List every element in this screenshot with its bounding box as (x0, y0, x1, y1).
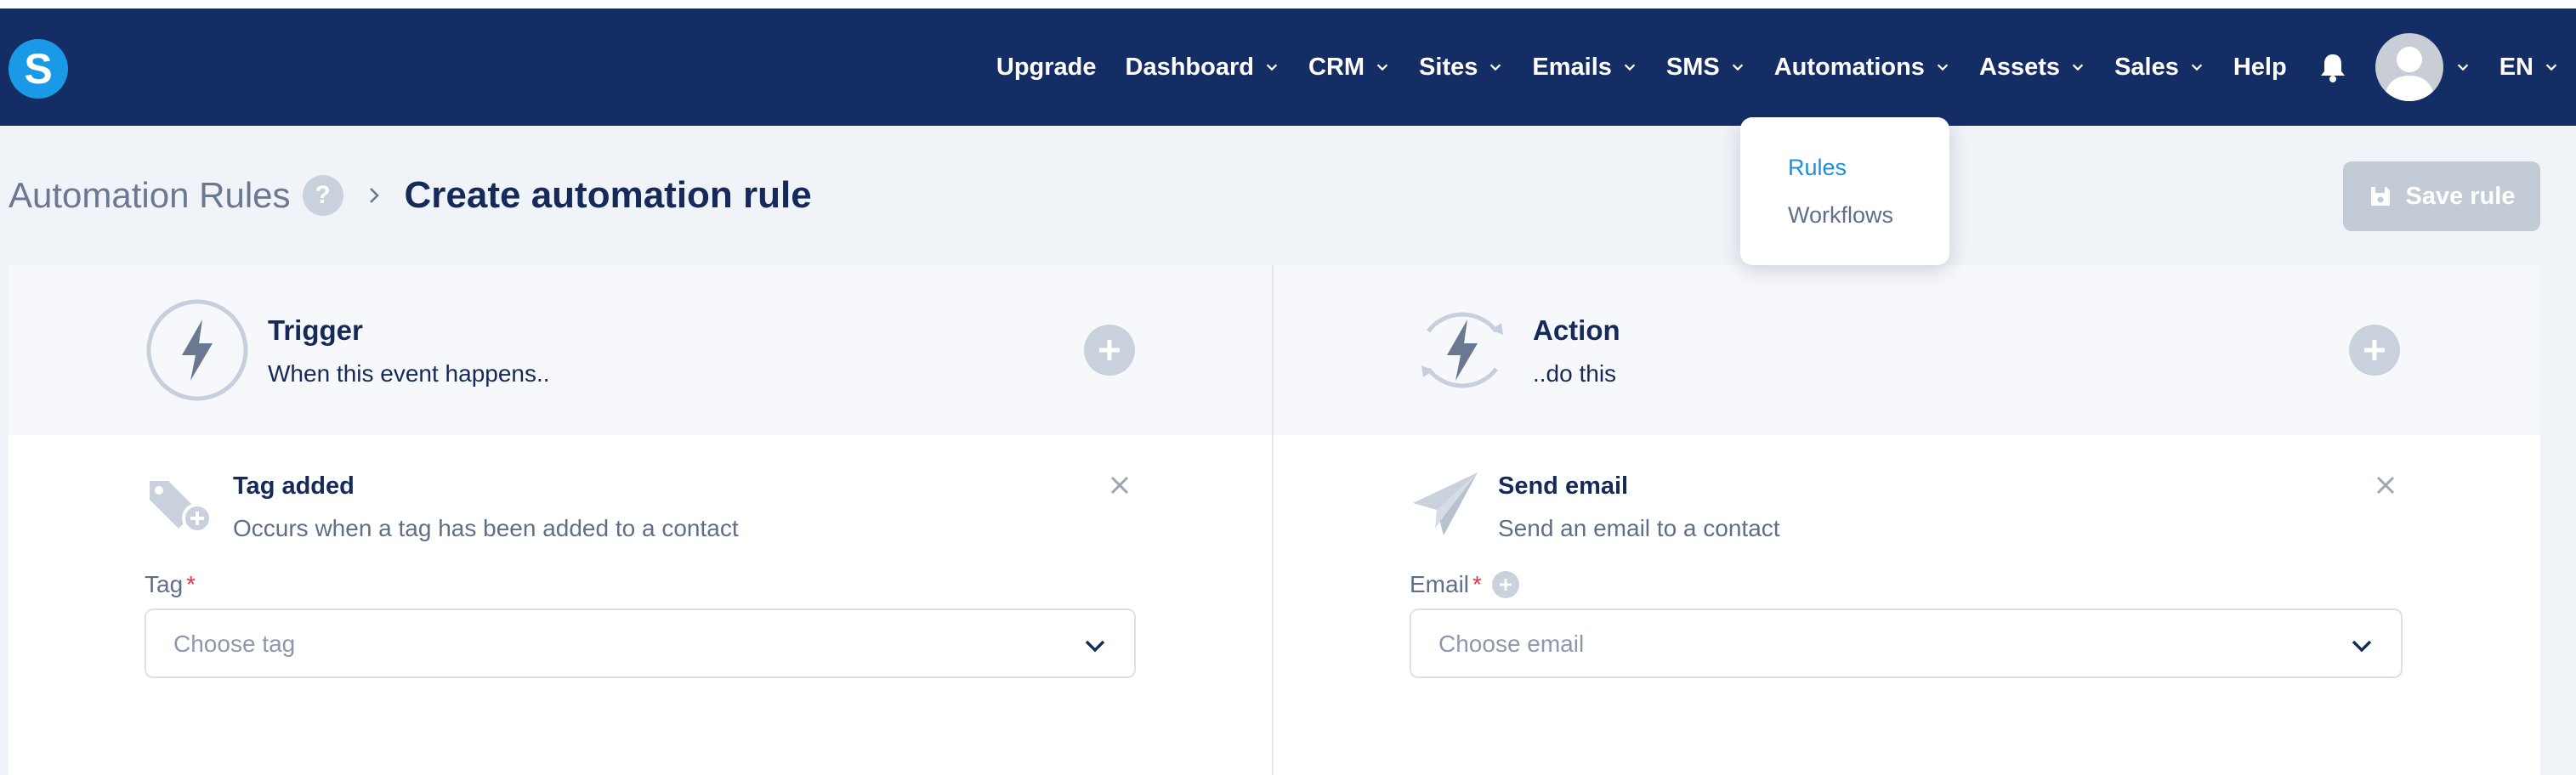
trigger-subtitle: When this event happens.. (268, 360, 550, 387)
action-panel: Action ..do this Send email Send an emai… (1274, 265, 2540, 775)
brand-logo[interactable]: S (9, 39, 68, 99)
label-text: Email (1410, 571, 1470, 597)
window-top-strip (0, 0, 2576, 8)
nav-sms[interactable]: SMS (1666, 54, 1745, 82)
chevron-down-icon (1937, 64, 1949, 71)
avatar[interactable] (2375, 33, 2443, 101)
main-nav: Upgrade Dashboard CRM Sites Emails SMS A… (967, 8, 2559, 126)
nav-label: Emails (1532, 53, 1612, 81)
nav-label: Dashboard (1125, 53, 1254, 81)
breadcrumb-parent[interactable]: Automation Rules (9, 175, 291, 216)
chevron-down-icon (1085, 640, 1105, 653)
chevron-right-icon (369, 188, 379, 203)
tag-field-label: Tag * (145, 571, 196, 598)
chevron-down-icon (1376, 64, 1388, 71)
required-mark: * (1472, 571, 1482, 597)
language-label: EN (2499, 53, 2533, 81)
language-switcher[interactable]: EN (2499, 54, 2559, 82)
chevron-down-icon (2352, 640, 2372, 653)
action-item-description: Send an email to a contact (1498, 515, 1780, 541)
action-subtitle: ..do this (1533, 360, 1617, 387)
nav-emails[interactable]: Emails (1532, 54, 1637, 82)
plus-circle-icon[interactable] (2349, 325, 2400, 376)
required-mark: * (186, 571, 196, 597)
action-header: Action ..do this (1274, 265, 2540, 435)
nav-label: SMS (1665, 53, 1720, 81)
plus-circle-icon[interactable] (1084, 325, 1135, 376)
nav-label: CRM (1308, 53, 1365, 81)
menu-item-workflows[interactable]: Workflows (1788, 202, 1893, 229)
nav-label: Sites (1419, 53, 1478, 81)
trigger-panel: Trigger When this event happens.. Tag ad… (9, 265, 1273, 775)
breadcrumb: Automation Rules ? Create automation rul… (9, 168, 812, 223)
nav-label: Assets (1978, 53, 2061, 81)
nav-label: Help (2233, 53, 2287, 81)
email-select-placeholder: Choose email (1438, 631, 1585, 657)
nav-sales[interactable]: Sales (2114, 54, 2204, 82)
save-rule-button[interactable]: Save rule (2343, 161, 2540, 231)
label-text: Tag (145, 571, 184, 597)
chevron-down-icon[interactable] (2455, 59, 2471, 75)
nav-label: Sales (2114, 53, 2179, 81)
tag-select[interactable]: Choose tag (145, 608, 1136, 678)
nav-assets[interactable]: Assets (1979, 54, 2085, 82)
paper-plane-icon (1413, 472, 1478, 535)
trigger-item-description: Occurs when a tag has been added to a co… (233, 515, 739, 541)
nav-upgrade[interactable]: Upgrade (996, 54, 1097, 82)
chevron-down-icon (1732, 64, 1743, 71)
save-button-label: Save rule (2405, 182, 2516, 210)
trigger-title: Trigger (268, 314, 363, 346)
close-icon[interactable] (1108, 473, 1132, 497)
nav-automations[interactable]: Automations (1774, 54, 1950, 82)
bolt-cycle-icon (1421, 312, 1503, 388)
email-field-label: Email * (1410, 571, 1519, 598)
plus-circle-icon[interactable] (1491, 571, 1519, 598)
nav-dashboard[interactable]: Dashboard (1126, 54, 1279, 82)
help-icon[interactable]: ? (302, 175, 343, 216)
chevron-down-icon (1266, 64, 1278, 71)
close-icon[interactable] (2374, 473, 2397, 497)
top-navbar: S Upgrade Dashboard CRM Sites Emails SMS… (0, 8, 2576, 126)
menu-item-rules[interactable]: Rules (1788, 155, 1847, 181)
avatar-icon (2383, 47, 2435, 101)
nav-crm[interactable]: CRM (1308, 54, 1390, 82)
automations-dropdown: Rules Workflows (1740, 117, 1949, 265)
save-icon (2370, 187, 2390, 206)
chevron-down-icon (2072, 64, 2084, 71)
tag-plus-icon (150, 481, 213, 534)
action-item-title: Send email (1498, 472, 1629, 500)
tag-select-placeholder: Choose tag (173, 631, 296, 657)
nav-label: Automations (1773, 53, 1925, 81)
bell-icon[interactable] (2316, 50, 2350, 84)
nav-label: Upgrade (996, 53, 1097, 81)
trigger-item-title: Tag added (233, 472, 355, 500)
action-title: Action (1533, 314, 1620, 346)
chevron-down-icon (2545, 64, 2557, 71)
chevron-down-icon (1624, 64, 1636, 71)
chevron-down-icon (2191, 64, 2203, 71)
email-select[interactable]: Choose email (1410, 608, 2403, 678)
chevron-down-icon (1490, 64, 1501, 71)
bolt-icon (146, 299, 248, 401)
nav-help[interactable]: Help (2233, 54, 2287, 82)
page-title: Create automation rule (404, 174, 812, 216)
nav-sites[interactable]: Sites (1419, 54, 1503, 82)
trigger-header: Trigger When this event happens.. (9, 265, 1273, 435)
